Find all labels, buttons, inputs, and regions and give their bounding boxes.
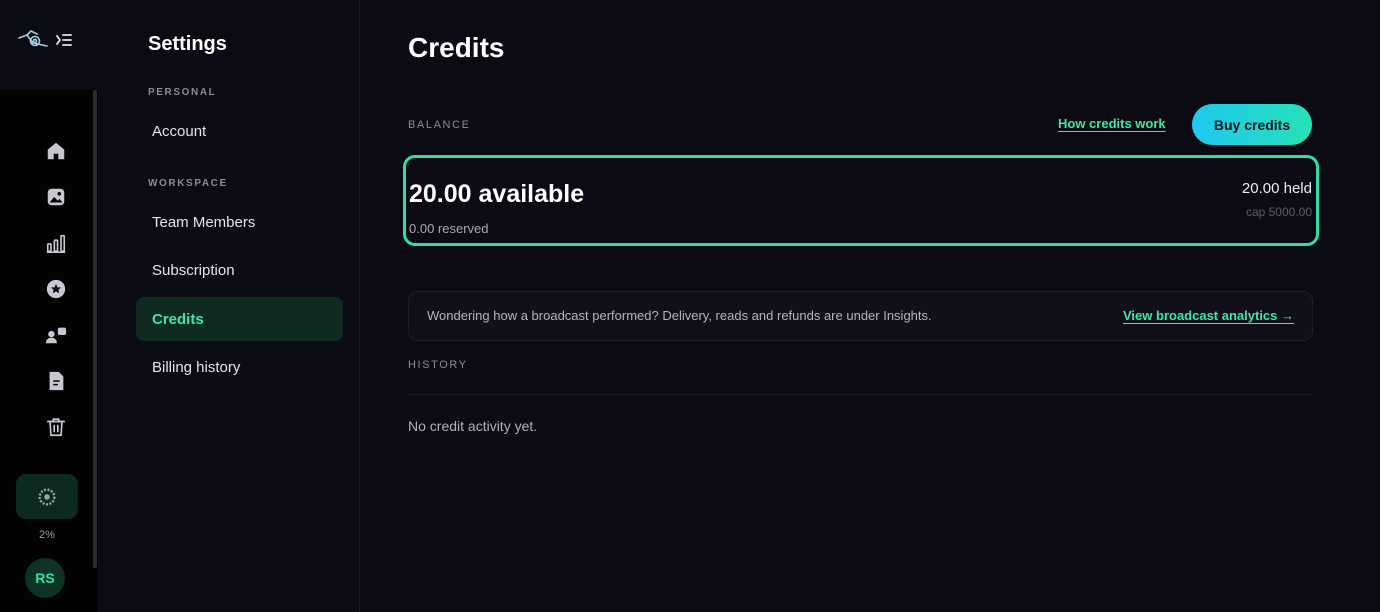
star-icon[interactable] bbox=[44, 277, 68, 301]
avatar[interactable]: RS bbox=[25, 558, 65, 598]
balance-card: 20.00 available 0.00 reserved 20.00 held… bbox=[403, 155, 1319, 246]
how-credits-work-link[interactable]: How credits work bbox=[1058, 116, 1166, 131]
nav-item-billing-history[interactable]: Billing history bbox=[136, 345, 343, 389]
settings-nav: Settings PERSONAL Account WORKSPACE Team… bbox=[98, 0, 360, 612]
rail-header bbox=[0, 0, 98, 90]
settings-button[interactable] bbox=[16, 474, 78, 519]
view-broadcast-analytics-link[interactable]: View broadcast analytics → bbox=[1123, 308, 1294, 323]
nav-item-credits[interactable]: Credits bbox=[136, 297, 343, 341]
nav-section-personal: PERSONAL bbox=[148, 87, 217, 98]
page-title: Credits bbox=[408, 32, 505, 63]
available-balance: 20.00 available bbox=[409, 180, 585, 208]
empty-history-text: No credit activity yet. bbox=[408, 418, 538, 434]
nav-item-subscription[interactable]: Subscription bbox=[136, 248, 343, 292]
nav-item-team-members[interactable]: Team Members bbox=[136, 200, 343, 244]
history-label: HISTORY bbox=[408, 359, 468, 371]
trash-icon[interactable] bbox=[44, 415, 68, 439]
nav-item-account[interactable]: Account bbox=[136, 109, 343, 153]
sidebar-toggle-icon[interactable] bbox=[56, 33, 72, 47]
nav-section-workspace: WORKSPACE bbox=[148, 178, 228, 189]
analytics-icon[interactable] bbox=[44, 231, 68, 255]
credit-cap: cap 5000.00 bbox=[1245, 205, 1312, 219]
rail-scrollbar[interactable] bbox=[93, 90, 97, 568]
insights-info-text: Wondering how a broadcast performed? Del… bbox=[427, 308, 932, 323]
usage-percent: 2% bbox=[39, 529, 55, 541]
main-content: Credits BALANCE How credits work Buy cre… bbox=[360, 0, 1380, 612]
icon-rail: 2% RS bbox=[0, 0, 98, 612]
gear-icon bbox=[38, 487, 56, 506]
media-icon[interactable] bbox=[44, 185, 68, 209]
document-icon[interactable] bbox=[44, 369, 68, 393]
logo-icon bbox=[18, 30, 48, 47]
insights-info-box: Wondering how a broadcast performed? Del… bbox=[408, 291, 1313, 341]
balance-label: BALANCE bbox=[408, 119, 471, 131]
history-divider bbox=[408, 394, 1313, 395]
reserved-balance: 0.00 reserved bbox=[409, 221, 489, 236]
contacts-icon[interactable] bbox=[44, 323, 68, 347]
held-balance: 20.00 held bbox=[1241, 180, 1312, 197]
settings-title: Settings bbox=[148, 33, 227, 55]
home-icon[interactable] bbox=[44, 139, 68, 163]
buy-credits-button[interactable]: Buy credits bbox=[1192, 104, 1312, 145]
